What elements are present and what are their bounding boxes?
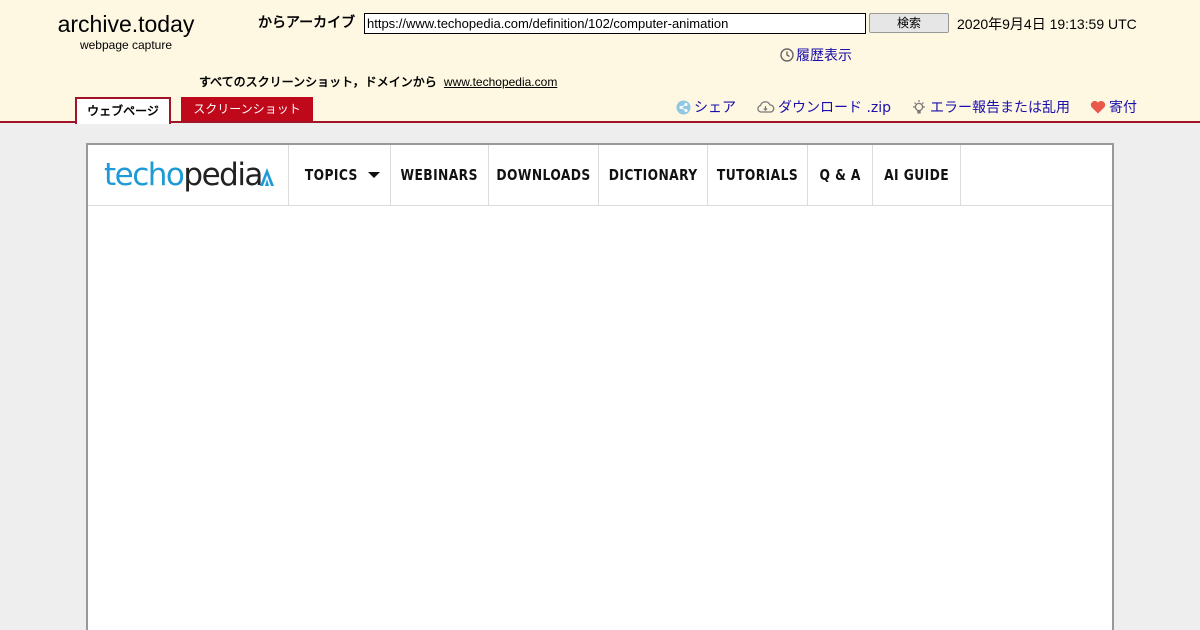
- download-action[interactable]: ダウンロード .zip: [756, 97, 891, 117]
- tab-screenshot[interactable]: スクリーンショット: [181, 97, 313, 121]
- nav-dictionary[interactable]: DICTIONARY: [599, 145, 708, 205]
- history-link-group[interactable]: 履歴表示: [780, 45, 852, 65]
- archive-url-input[interactable]: [364, 13, 866, 34]
- archive-actions: シェア ダウンロード .zip エラー報告または乱用 寄付: [676, 97, 1137, 117]
- share-icon: [676, 100, 691, 115]
- nav-webinars[interactable]: WEBINARS: [391, 145, 489, 205]
- report-action[interactable]: エラー報告または乱用: [911, 97, 1070, 117]
- logo-text-blue: techo: [104, 157, 185, 193]
- donate-action[interactable]: 寄付: [1090, 97, 1137, 117]
- capture-date: 2020年9月4日 19:13:59 UTC: [957, 16, 1137, 32]
- download-label: ダウンロード .zip: [778, 100, 892, 116]
- lightbulb-icon: [911, 99, 927, 116]
- nav-topics-label: TOPICS: [304, 166, 359, 184]
- heart-icon: [1090, 100, 1106, 114]
- history-link[interactable]: 履歴表示: [796, 45, 852, 65]
- share-label: シェア: [694, 100, 736, 116]
- nav-topics[interactable]: TOPICS: [289, 145, 391, 205]
- nav-qa-label: Q & A: [819, 166, 861, 184]
- search-button[interactable]: 検索: [869, 13, 949, 33]
- donate-label: 寄付: [1109, 100, 1138, 116]
- report-label: エラー報告または乱用: [930, 100, 1071, 116]
- nav-dictionary-label: DICTIONARY: [608, 166, 698, 184]
- logo-mark-icon: [259, 166, 274, 186]
- chevron-down-icon: [367, 172, 380, 178]
- archive-title[interactable]: archive.today: [55, 10, 197, 38]
- tab-webpage[interactable]: ウェブページ: [75, 97, 171, 124]
- nav-tutorials-label: TUTORIALS: [716, 166, 799, 184]
- site-navbar: techopedia TOPICS WEBINARS DOWNLOADS DIC…: [88, 145, 1112, 206]
- nav-downloads-label: DOWNLOADS: [496, 166, 591, 184]
- all-screenshots-label: すべてのスクリーンショット，ドメインから: [199, 75, 437, 89]
- clock-icon: [780, 48, 794, 62]
- domain-link[interactable]: www.techopedia.com: [444, 75, 557, 89]
- nav-webinars-label: WEBINARS: [400, 166, 479, 184]
- nav-qa[interactable]: Q & A: [808, 145, 873, 205]
- nav-tutorials[interactable]: TUTORIALS: [708, 145, 808, 205]
- nav-ai-guide-label: AI GUIDE: [884, 166, 949, 184]
- all-screenshots-row: すべてのスクリーンショット，ドメインから www.techopedia.com: [199, 73, 557, 90]
- site-logo[interactable]: techopedia: [88, 145, 289, 205]
- cloud-download-icon: [756, 100, 775, 114]
- archive-header: archive.today webpage capture からアーカイブ 検索…: [0, 0, 1200, 124]
- archive-brand[interactable]: archive.today webpage capture: [55, 10, 197, 52]
- captured-page-frame: techopedia TOPICS WEBINARS DOWNLOADS DIC…: [86, 143, 1114, 630]
- archive-subtitle: webpage capture: [79, 38, 173, 52]
- nav-downloads[interactable]: DOWNLOADS: [489, 145, 599, 205]
- logo-text-dark: pedia: [183, 157, 263, 193]
- nav-ai-guide[interactable]: AI GUIDE: [873, 145, 961, 205]
- archive-from-label: からアーカイブ: [258, 15, 356, 31]
- logo-text: techopedia: [104, 157, 263, 193]
- share-action[interactable]: シェア: [676, 97, 736, 117]
